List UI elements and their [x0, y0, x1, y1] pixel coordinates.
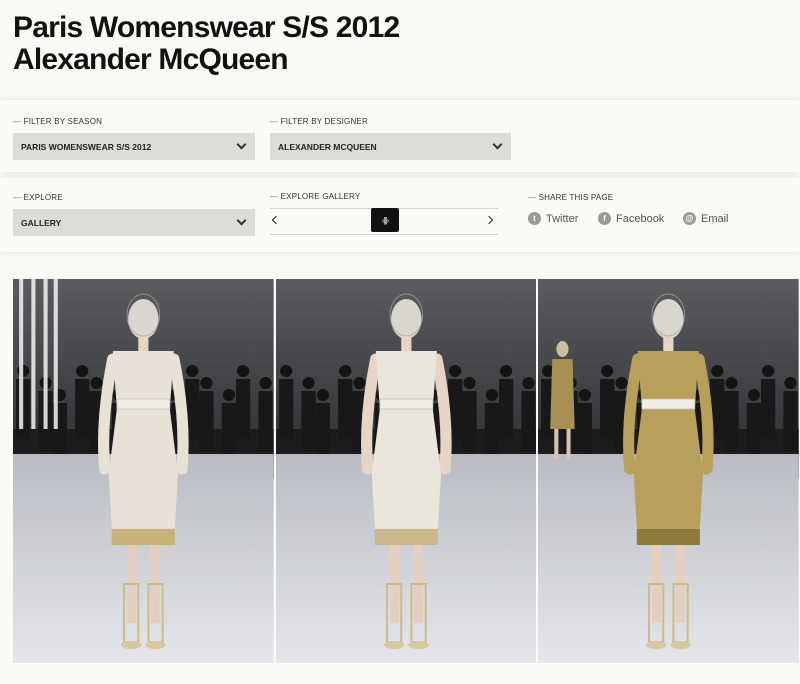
- designer-select-value: ALEXANDER MCQUEEN: [278, 141, 377, 152]
- share-email-link[interactable]: @ Email: [683, 212, 729, 225]
- share-email-label: Email: [701, 212, 729, 225]
- runway-photo: [538, 279, 800, 663]
- season-select[interactable]: PARIS WOMENSWEAR S/S 2012: [13, 133, 255, 160]
- share-facebook-link[interactable]: f Facebook: [598, 212, 664, 225]
- explore-bar: EXPLORE GALLERY EXPLORE GALLERY ‹|||› SH…: [0, 178, 800, 252]
- gallery-photo-look-3[interactable]: [538, 279, 800, 663]
- runway-photo: [275, 279, 537, 663]
- gallery-photo-look-2[interactable]: [275, 279, 537, 663]
- chevron-down-icon: [492, 139, 503, 150]
- filter-designer-label: FILTER BY DESIGNER: [270, 117, 368, 126]
- chevron-down-icon: [236, 139, 247, 150]
- page-title-designer: Alexander McQueen: [13, 43, 289, 76]
- page-title: Paris Womenswear S/S 2012 Alexander McQu…: [13, 11, 400, 76]
- gallery-photo-look-1[interactable]: [13, 279, 274, 663]
- explore-label: EXPLORE: [13, 193, 63, 202]
- email-icon: @: [683, 212, 696, 225]
- explore-select-value: GALLERY: [21, 217, 62, 228]
- share-twitter-label: Twitter: [546, 212, 579, 225]
- page-title-season: Paris Womenswear S/S 2012: [13, 11, 400, 44]
- runway-photo: [13, 279, 274, 663]
- chevron-right-icon[interactable]: [484, 215, 494, 225]
- scrubber-handle[interactable]: ‹|||›: [371, 208, 399, 232]
- facebook-icon: f: [598, 212, 611, 225]
- season-select-value: PARIS WOMENSWEAR S/S 2012: [21, 141, 152, 152]
- gallery-scrubber[interactable]: ‹|||›: [270, 208, 498, 235]
- gallery-grid: [13, 279, 800, 663]
- designer-select[interactable]: ALEXANDER MCQUEEN: [270, 133, 511, 160]
- share-twitter-link[interactable]: t Twitter: [528, 212, 578, 225]
- explore-gallery-label: EXPLORE GALLERY: [270, 192, 361, 201]
- share-facebook-label: Facebook: [616, 212, 665, 225]
- filter-bar: FILTER BY SEASON PARIS WOMENSWEAR S/S 20…: [0, 100, 800, 172]
- chevron-down-icon: [236, 215, 247, 226]
- filter-season-label: FILTER BY SEASON: [13, 117, 102, 126]
- share-label: SHARE THIS PAGE: [528, 193, 614, 202]
- twitter-icon: t: [528, 212, 541, 225]
- chevron-left-icon[interactable]: [271, 215, 281, 225]
- explore-select[interactable]: GALLERY: [13, 209, 255, 236]
